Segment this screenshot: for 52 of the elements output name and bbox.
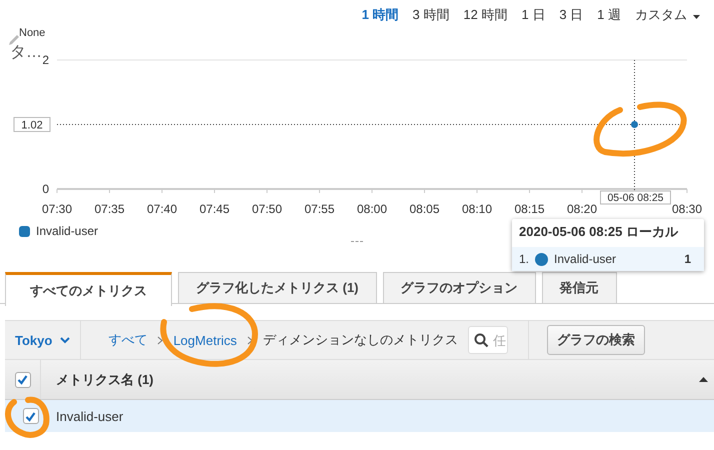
time-range-option[interactable]: 1 時間: [362, 6, 399, 24]
axis-label: 07:55: [304, 202, 335, 216]
metric-name: Invalid-user: [56, 408, 124, 424]
chevron-down-icon: [60, 336, 70, 344]
tab[interactable]: 発信元: [542, 272, 616, 303]
axis-label: 08:20: [566, 202, 598, 216]
tooltip-index: 1.: [519, 252, 530, 266]
tooltip-value: 1: [684, 252, 691, 266]
chevron-right-icon: [246, 336, 253, 344]
tooltip-series-name: Invalid-user: [554, 252, 618, 266]
time-range-option[interactable]: カスタム: [635, 6, 700, 24]
checkbox[interactable]: [14, 372, 30, 388]
search-field[interactable]: 任: [468, 326, 508, 354]
axis-label: 07:40: [146, 202, 178, 216]
time-range-option[interactable]: 12 時間: [463, 6, 508, 24]
breadcrumb-link[interactable]: LogMetrics: [173, 332, 237, 348]
time-range-option[interactable]: 1 週: [597, 6, 621, 24]
axis-label: 08:05: [409, 202, 440, 216]
breadcrumb-current: ディメンションなしのメトリクス: [262, 331, 458, 349]
axis-label: 0: [42, 182, 49, 196]
crosshair-time-label: 05-06 08:25: [600, 190, 671, 204]
crosshair-value-label: 1.02: [14, 117, 50, 132]
breadcrumb-link[interactable]: すべて: [108, 331, 148, 349]
axis-label: 07:30: [42, 202, 72, 216]
axis-label: 07:50: [252, 202, 282, 216]
caret-icon: [693, 15, 700, 19]
tab[interactable]: グラフのオプション: [382, 272, 536, 303]
data-point: [631, 121, 638, 128]
axis-label: 07:45: [199, 202, 230, 216]
legend-label[interactable]: Invalid-user: [36, 224, 98, 238]
time-range-option[interactable]: 3 時間: [412, 6, 450, 24]
chevron-right-icon: [157, 336, 164, 344]
axis-label: 2: [42, 53, 49, 67]
region-dropdown[interactable]: Tokyo: [5, 321, 82, 359]
axis-label: 08:30: [672, 202, 702, 216]
graph-title[interactable]: タ…: [10, 42, 42, 63]
tooltip-title: 2020-05-06 08:25 ローカル: [518, 223, 680, 241]
axis-label: 08:15: [514, 202, 545, 216]
axis-label: 07:35: [94, 202, 125, 216]
search-icon: [474, 333, 489, 348]
time-range-option[interactable]: 3 日: [559, 6, 584, 24]
checkbox[interactable]: [22, 408, 38, 424]
search-graph-button[interactable]: グラフの検索: [546, 325, 645, 355]
tab[interactable]: すべてのメトリクス: [5, 272, 172, 306]
axis-label: 08:10: [462, 202, 492, 216]
unit-label: None: [19, 27, 46, 39]
tab[interactable]: グラフ化したメトリクス (1): [178, 272, 376, 303]
resize-handle-icon[interactable]: [351, 240, 363, 243]
time-range-option[interactable]: 1 日: [521, 6, 546, 24]
table-row[interactable]: Invalid-user: [5, 400, 714, 432]
axis-label: 08:00: [356, 202, 388, 216]
sort-icon[interactable]: [699, 377, 708, 382]
